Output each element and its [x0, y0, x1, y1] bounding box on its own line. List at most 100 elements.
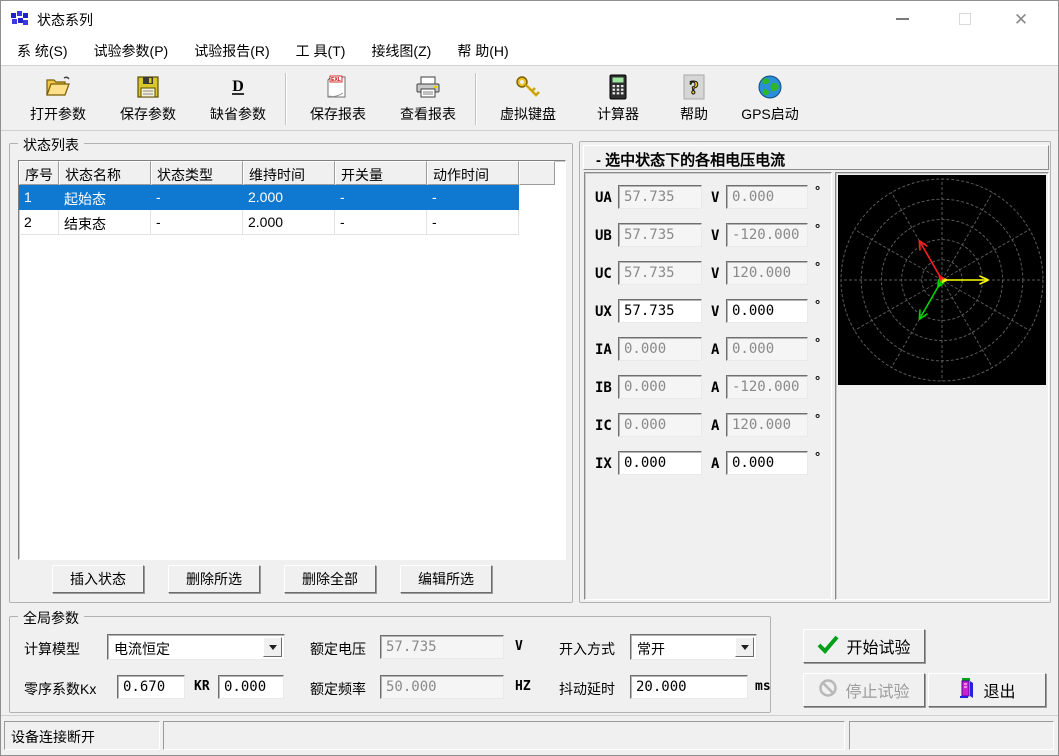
stop-test-label: 停止试验: [845, 678, 909, 702]
table-header-cell[interactable]: 动作时间: [427, 161, 519, 185]
close-button[interactable]: ✕: [998, 1, 1044, 37]
stop-test-button: 停止试验: [803, 673, 925, 707]
jitter-delay-field[interactable]: 20.000: [630, 675, 748, 699]
phase-panel-group: - 选中状态下的各相电压电流 UA 57.735 V 0.000 ° UB 57.735 V -…: [579, 141, 1051, 603]
switch-mode-dropdown-button[interactable]: [735, 637, 754, 657]
app-window: 状态系列 ✕ 系 统(S) 试验参数(P) 试验报告(R) 工 具(T) 接线图(Z) 帮…: [0, 0, 1059, 756]
toolbar-virtual-keyboard-button[interactable]: 虚拟键盘: [483, 71, 573, 124]
svg-text:EXL: EXL: [331, 77, 341, 83]
state-list-title: 状态列表: [18, 135, 84, 155]
globe-icon: [756, 71, 784, 103]
phase-row-ic: IC0.000A120.000°: [585, 413, 831, 439]
toolbar-gps-start-label: GPS启动: [741, 104, 799, 124]
switch-mode-select[interactable]: 常开: [630, 634, 757, 660]
svg-text:D: D: [232, 78, 244, 95]
toolbar-save-report-button[interactable]: EXL保存报表: [293, 71, 383, 124]
insert-state-button[interactable]: 插入状态: [52, 565, 144, 593]
degree-symbol: °: [815, 297, 820, 312]
phase-unit: V: [711, 190, 719, 206]
delete-all-button[interactable]: 删除全部: [284, 565, 376, 593]
excel-doc-icon: EXL: [325, 71, 351, 103]
menu-test-report[interactable]: 试验报告(R): [192, 37, 271, 65]
toolbar-gps-start-button[interactable]: GPS启动: [725, 71, 815, 124]
delete-selected-button[interactable]: 删除所选: [168, 565, 260, 593]
table-header-cell[interactable]: 维持时间: [243, 161, 335, 185]
toolbar-help-button[interactable]: ?帮助: [663, 71, 725, 124]
ib-magnitude-field: 0.000: [618, 375, 702, 399]
global-params-group: 全局参数 计算模型 电流恒定 额定电压 57.735 V 开入方式 常开 零序系…: [9, 616, 771, 713]
phasor-panel: [835, 172, 1049, 600]
table-cell: 2.000: [243, 185, 335, 210]
degree-symbol: °: [815, 335, 820, 350]
ua-magnitude-field: 57.735: [618, 185, 702, 209]
minimize-icon: [896, 18, 909, 20]
rated-freq-field: 50.000: [380, 675, 504, 699]
phase-unit: V: [711, 266, 719, 282]
start-test-button[interactable]: 开始试验: [803, 629, 925, 663]
phase-row-ux: UX57.735V0.000°: [585, 299, 831, 325]
chevron-down-icon: [269, 645, 277, 650]
ub-angle-field: -120.000: [726, 223, 808, 247]
toolbar-view-report-label: 查看报表: [400, 104, 456, 124]
device-status: 设备连接断开: [4, 721, 160, 750]
toolbar-open-params-button[interactable]: 打开参数: [13, 71, 103, 124]
question-icon: ?: [681, 71, 707, 103]
ix-magnitude-field[interactable]: 0.000: [618, 451, 702, 475]
phase-unit: A: [711, 418, 719, 434]
kr-field[interactable]: 0.000: [218, 675, 284, 699]
degree-symbol: °: [815, 411, 820, 426]
phase-fields-panel: UA57.735V0.000°UB57.735V-120.000°UC57.73…: [584, 172, 832, 600]
ia-magnitude-field: 0.000: [618, 337, 702, 361]
ia-angle-field: 0.000: [726, 337, 808, 361]
stop-icon: [818, 678, 838, 703]
phase-label: IC: [595, 418, 612, 434]
jitter-delay-label: 抖动延时: [559, 679, 615, 699]
ux-angle-field[interactable]: 0.000: [726, 299, 808, 323]
menu-tools[interactable]: 工 具(T): [294, 37, 348, 65]
phase-row-ib: IB0.000A-120.000°: [585, 375, 831, 401]
rated-voltage-unit: V: [515, 639, 523, 654]
table-cell: 2.000: [243, 210, 335, 235]
state-table[interactable]: 序号状态名称状态类型维持时间开关量动作时间1起始态-2.000--2结束态-2.…: [18, 160, 566, 560]
toolbar-view-report-button[interactable]: 查看报表: [383, 71, 473, 124]
table-header-cell[interactable]: 开关量: [335, 161, 427, 185]
calc-model-dropdown-button[interactable]: [263, 637, 282, 657]
start-test-label: 开始试验: [846, 634, 910, 658]
table-header-cell[interactable]: 状态名称: [59, 161, 151, 185]
rated-freq-unit: HZ: [515, 679, 531, 694]
exit-button[interactable]: 退出: [928, 673, 1046, 707]
table-cell: 起始态: [59, 185, 151, 210]
title-bar: 状态系列 ✕: [1, 1, 1058, 37]
maximize-button[interactable]: [942, 1, 988, 37]
table-header-cell[interactable]: 序号: [19, 161, 59, 185]
phase-label: UB: [595, 228, 612, 244]
table-row[interactable]: 2结束态-2.000--: [19, 210, 519, 235]
ix-angle-field[interactable]: 0.000: [726, 451, 808, 475]
table-cell: -: [151, 185, 243, 210]
table-cell: -: [427, 185, 519, 210]
ux-magnitude-field[interactable]: 57.735: [618, 299, 702, 323]
zero-seq-field[interactable]: 0.670: [117, 675, 185, 699]
calc-model-select[interactable]: 电流恒定: [107, 634, 285, 660]
edit-selected-button[interactable]: 编辑所选: [400, 565, 492, 593]
calculator-icon: [606, 71, 630, 103]
menu-wiring-diagram[interactable]: 接线图(Z): [369, 37, 433, 65]
toolbar-separator: [285, 73, 287, 125]
status-section-2: [163, 721, 845, 750]
toolbar-calculator-button[interactable]: 计算器: [573, 71, 663, 124]
minimize-button[interactable]: [879, 1, 925, 37]
table-header-cell[interactable]: 状态类型: [151, 161, 243, 185]
toolbar-save-params-label: 保存参数: [120, 104, 176, 124]
menu-system[interactable]: 系 统(S): [15, 37, 70, 65]
menu-test-params[interactable]: 试验参数(P): [92, 37, 171, 65]
phase-panel-title: - 选中状态下的各相电压电流: [583, 145, 1049, 170]
letter-d-icon: D: [225, 71, 251, 103]
toolbar-save-params-button[interactable]: 保存参数: [103, 71, 193, 124]
svg-text:?: ?: [689, 77, 699, 99]
phase-unit: A: [711, 456, 719, 472]
toolbar-default-params-button[interactable]: D缺省参数: [193, 71, 283, 124]
table-row[interactable]: 1起始态-2.000--: [19, 185, 519, 210]
phase-label: UA: [595, 190, 612, 206]
phase-row-ix: IX0.000A0.000°: [585, 451, 831, 477]
menu-help[interactable]: 帮 助(H): [455, 37, 510, 65]
